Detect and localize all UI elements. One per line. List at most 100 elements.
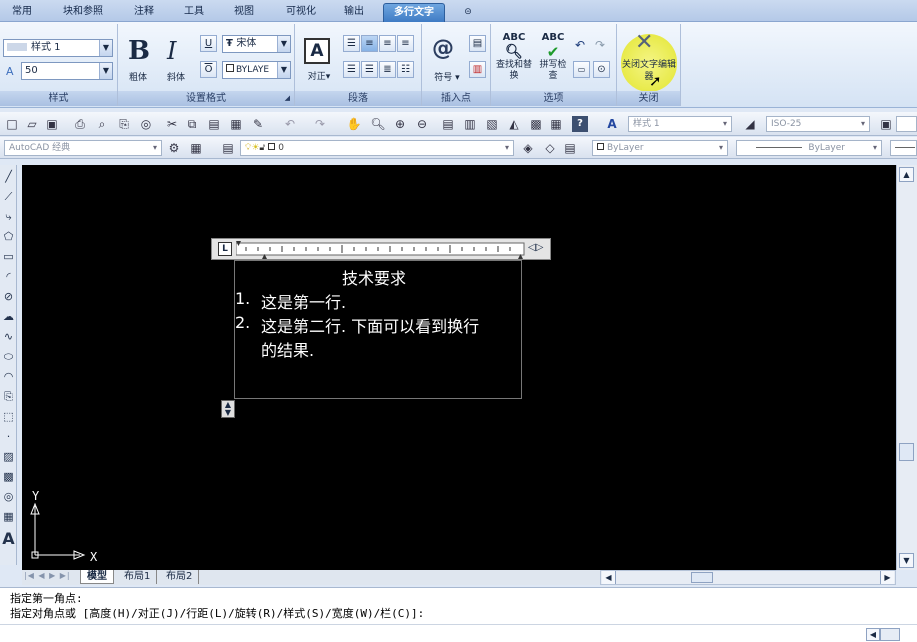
font-select[interactable]: Ŧ 宋体 ▼ bbox=[222, 35, 291, 53]
spell-check-icon[interactable]: ABC ✔ bbox=[539, 31, 567, 60]
italic-button[interactable]: I bbox=[167, 37, 176, 65]
command-window[interactable]: 指定第一角点: 指定对角点或 [高度(H)/对正(J)/行距(L)/旋转(R)/… bbox=[0, 587, 917, 642]
circle-icon[interactable]: ⊘ bbox=[0, 287, 17, 306]
insert-field-icon[interactable]: ▤ bbox=[469, 35, 486, 52]
properties-icon[interactable]: ▤ bbox=[440, 116, 456, 132]
lineweight-select[interactable] bbox=[890, 140, 917, 156]
match-properties-icon[interactable]: ✎ bbox=[250, 116, 266, 132]
mtext-resize-handle-icon[interactable]: ▲ ▼ bbox=[221, 400, 235, 418]
tab-blocks-references[interactable]: 块和参照 bbox=[50, 3, 116, 22]
workspace-select[interactable]: AutoCAD 经典 ▾ bbox=[4, 140, 162, 156]
options-menu-icon[interactable]: ⊙ bbox=[593, 61, 610, 78]
redo-icon[interactable]: ↷ bbox=[595, 38, 605, 52]
polygon-icon[interactable]: ⬠ bbox=[0, 227, 17, 246]
tool-palettes-icon[interactable]: ▧ bbox=[484, 116, 500, 132]
ellipse-icon[interactable]: ⬭ bbox=[0, 347, 17, 366]
scroll-down-icon[interactable]: ▼ bbox=[899, 553, 914, 568]
align-center-icon[interactable]: ≡ bbox=[379, 35, 396, 52]
copy-icon[interactable]: ⧉ bbox=[184, 116, 200, 132]
zoom-previous-icon[interactable]: ⊖ bbox=[414, 116, 430, 132]
tab-multiline-text[interactable]: 多行文字 bbox=[383, 3, 445, 22]
polyline-icon[interactable]: ⤷ bbox=[0, 207, 17, 226]
command-scroll-thumb[interactable] bbox=[880, 628, 900, 641]
print-preview-icon[interactable]: ⌕ bbox=[94, 116, 110, 132]
text-style-toolbar-select[interactable]: 样式 1 ▾ bbox=[628, 116, 732, 132]
save-icon[interactable]: ▣ bbox=[44, 116, 60, 132]
horizontal-scrollbar[interactable]: ◀ ▶ bbox=[600, 570, 896, 585]
ellipse-arc-icon[interactable]: ◠ bbox=[0, 367, 17, 386]
justify-text-icon[interactable]: ☰ bbox=[361, 61, 378, 78]
tab-stop-icon[interactable]: L bbox=[218, 242, 232, 256]
find-replace-icon[interactable]: ABC 🔍︎ bbox=[499, 31, 529, 59]
justify-button[interactable]: A bbox=[304, 38, 330, 64]
tab-layout2[interactable]: 布局2 bbox=[160, 570, 200, 584]
arc-icon[interactable]: ◜ bbox=[0, 267, 17, 286]
distribute-icon[interactable]: ≣ bbox=[379, 61, 396, 78]
point-icon[interactable]: · bbox=[0, 427, 17, 446]
zoom-window-icon[interactable]: ⊕ bbox=[392, 116, 408, 132]
print-icon[interactable]: ⎙ bbox=[72, 116, 88, 132]
table-icon[interactable]: ▦ bbox=[0, 507, 17, 526]
workspace-settings-icon[interactable]: ⚙ bbox=[166, 140, 182, 156]
layer-states-icon[interactable]: ▤ bbox=[562, 140, 578, 156]
tab-view[interactable]: 视图 bbox=[226, 3, 262, 22]
bullets-numbering-icon[interactable]: ☰ bbox=[343, 35, 360, 52]
gradient-icon[interactable]: ▩ bbox=[0, 467, 17, 486]
scroll-up-icon[interactable]: ▲ bbox=[899, 167, 914, 182]
scroll-left-icon[interactable]: ◀ bbox=[602, 571, 616, 584]
line-icon[interactable]: ╱ bbox=[0, 167, 17, 186]
layout-nav-icon[interactable]: |◀ ◀ ▶ ▶| bbox=[24, 571, 71, 580]
tab-annotate[interactable]: 注释 bbox=[126, 3, 162, 22]
paste-block-icon[interactable]: ▦ bbox=[228, 116, 244, 132]
help-icon[interactable]: ? bbox=[572, 116, 588, 132]
undo-icon[interactable]: ↶ bbox=[575, 38, 585, 52]
make-current-layer-icon[interactable]: ◈ bbox=[520, 140, 536, 156]
tab-layout1[interactable]: 布局1 bbox=[118, 570, 158, 584]
multiline-text-icon[interactable]: A bbox=[0, 529, 17, 548]
tab-visualize[interactable]: 可视化 bbox=[278, 3, 324, 22]
layer-select[interactable]: 💡︎☀🔓︎ 0 ▾ bbox=[240, 140, 514, 156]
undo-toolbar-icon[interactable]: ↶ bbox=[282, 116, 298, 132]
tab-tools[interactable]: 工具 bbox=[176, 3, 212, 22]
linetype-select[interactable]: ByLayer ▾ bbox=[736, 140, 882, 156]
layer-previous-icon[interactable]: ◇ bbox=[542, 140, 558, 156]
vertical-scrollbar[interactable]: ▲ ▼ bbox=[896, 165, 917, 570]
underline-button[interactable]: U bbox=[200, 35, 217, 52]
pan-icon[interactable]: ✋ bbox=[346, 116, 362, 132]
panel-expand-icon[interactable]: ◢ bbox=[285, 91, 290, 106]
rectangle-icon[interactable]: ▭ bbox=[0, 247, 17, 266]
publish-3d-icon[interactable]: ◎ bbox=[138, 116, 154, 132]
close-icon[interactable]: ✕ bbox=[635, 30, 653, 55]
calculator-icon[interactable]: ▦ bbox=[548, 116, 564, 132]
markup-icon[interactable]: ▩ bbox=[528, 116, 544, 132]
sheet-set-icon[interactable]: ◭ bbox=[506, 116, 522, 132]
insert-block-icon[interactable]: ⎘ bbox=[0, 387, 17, 406]
align-left-icon[interactable]: ≡ bbox=[361, 35, 378, 52]
ruler-width-handle-icon[interactable]: ◁▷ bbox=[528, 242, 543, 253]
paste-icon[interactable]: ▤ bbox=[206, 116, 222, 132]
horizontal-scroll-thumb[interactable] bbox=[691, 572, 713, 583]
layer-manager-icon[interactable]: ▤ bbox=[220, 140, 236, 156]
mtext-ruler[interactable]: L ◁▷ bbox=[211, 238, 551, 260]
align-right-icon[interactable]: ≡ bbox=[397, 35, 414, 52]
mtext-edit-box[interactable]: 技术要求 1. 这是第一行. 2. 这是第二行. 下面可以看到换行 的结果. bbox=[234, 260, 522, 399]
dim-style-select[interactable]: ISO-25 ▾ bbox=[766, 116, 870, 132]
construction-line-icon[interactable]: ⟋ bbox=[0, 187, 17, 206]
bold-button[interactable]: B bbox=[128, 36, 150, 66]
make-block-icon[interactable]: ⬚ bbox=[0, 407, 17, 426]
overline-button[interactable]: O bbox=[200, 61, 217, 78]
tab-model[interactable]: 模型 bbox=[80, 570, 114, 584]
spline-icon[interactable]: ∿ bbox=[0, 327, 17, 346]
command-scroll-left-icon[interactable]: ◀ bbox=[866, 628, 880, 641]
symbol-icon[interactable]: @ bbox=[432, 36, 454, 61]
columns-icon[interactable]: ▥ bbox=[469, 61, 486, 78]
paragraph-settings-icon[interactable]: ☷ bbox=[397, 61, 414, 78]
cut-icon[interactable]: ✂ bbox=[164, 116, 180, 132]
workspace-icon[interactable]: ▦ bbox=[188, 140, 204, 156]
design-center-icon[interactable]: ▥ bbox=[462, 116, 478, 132]
zoom-realtime-icon[interactable]: 🔍︎ bbox=[370, 116, 386, 132]
open-file-icon[interactable]: ▱ bbox=[24, 116, 40, 132]
hatch-icon[interactable]: ▨ bbox=[0, 447, 17, 466]
text-height-input[interactable]: 50 ▼ bbox=[21, 62, 113, 80]
scroll-right-icon[interactable]: ▶ bbox=[880, 571, 894, 584]
